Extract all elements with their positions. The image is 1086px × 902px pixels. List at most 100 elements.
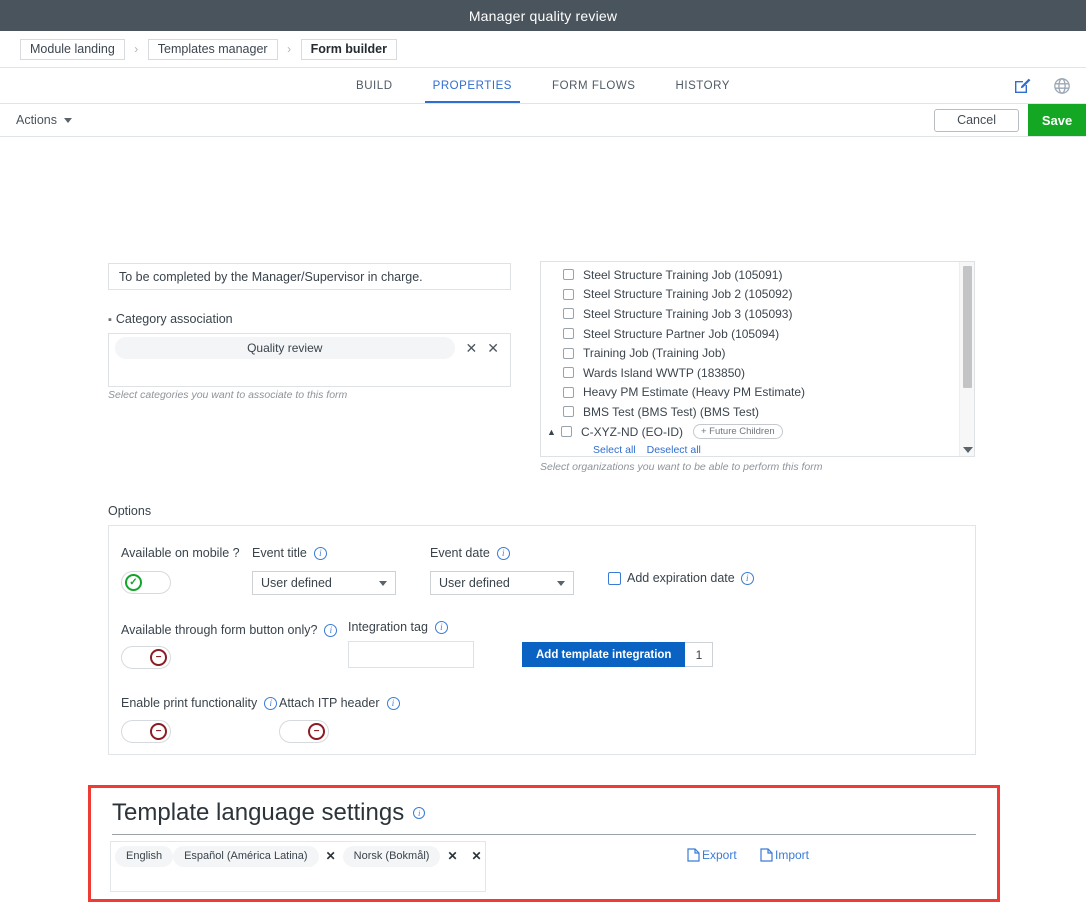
- category-association-label: ▪Category association: [108, 312, 233, 326]
- deselect-all-link[interactable]: Deselect all: [647, 444, 701, 456]
- org-checkbox[interactable]: [563, 387, 574, 398]
- info-icon[interactable]: i: [324, 624, 337, 637]
- chevron-down-icon: [64, 118, 72, 123]
- language-chip-remove-icon[interactable]: ✕: [440, 849, 464, 863]
- import-link[interactable]: Import: [760, 848, 809, 862]
- chevron-down-icon: [379, 581, 387, 586]
- breadcrumb-item-form-builder[interactable]: Form builder: [301, 39, 397, 60]
- toggle-off-minus-icon: −: [150, 649, 167, 666]
- add-expiration-date-row[interactable]: Add expiration date i: [608, 571, 754, 585]
- info-icon[interactable]: i: [314, 547, 327, 560]
- org-item-label: BMS Test (BMS Test) (BMS Test): [583, 405, 759, 419]
- actions-label: Actions: [16, 113, 57, 127]
- available-through-form-button-toggle[interactable]: −: [121, 646, 171, 669]
- scroll-down-arrow-icon[interactable]: [963, 447, 973, 453]
- add-template-integration-count: 1: [685, 642, 713, 667]
- org-checkbox[interactable]: [561, 426, 572, 437]
- import-document-icon: [760, 848, 773, 862]
- info-icon[interactable]: i: [264, 697, 277, 710]
- select-all-link[interactable]: Select all: [593, 444, 636, 456]
- cancel-button[interactable]: Cancel: [934, 109, 1019, 132]
- org-checkbox[interactable]: [563, 328, 574, 339]
- event-title-select[interactable]: User defined: [252, 571, 396, 595]
- org-list-item[interactable]: Wards Island WWTP (183850): [541, 363, 974, 383]
- integration-tag-input[interactable]: [348, 641, 474, 668]
- breadcrumb-separator: ›: [278, 42, 301, 56]
- export-label: Export: [702, 848, 737, 862]
- org-item-label: C-XYZ-ND (EO-ID): [581, 425, 683, 439]
- org-checkbox[interactable]: [563, 269, 574, 280]
- org-item-label: Steel Structure Training Job 2 (105092): [583, 287, 792, 301]
- event-date-select[interactable]: User defined: [430, 571, 574, 595]
- actions-dropdown[interactable]: Actions: [16, 113, 72, 127]
- category-field-clear-icon[interactable]: ✕: [482, 341, 504, 355]
- org-item-label: Wards Island WWTP (183850): [583, 366, 745, 380]
- chevron-down-icon: [557, 581, 565, 586]
- breadcrumb-item-templates-manager[interactable]: Templates manager: [148, 39, 278, 60]
- organizations-scrollbar[interactable]: [959, 262, 974, 456]
- org-list-item-parent[interactable]: ▲ C-XYZ-ND (EO-ID) + Future Children: [541, 422, 974, 442]
- tab-properties[interactable]: PROPERTIES: [413, 68, 532, 103]
- add-expiration-date-checkbox[interactable]: [608, 572, 621, 585]
- language-chip-espanol[interactable]: Español (América Latina): [173, 846, 319, 867]
- language-chip-remove-icon[interactable]: ✕: [319, 849, 343, 863]
- organizations-hint: Select organizations you want to be able…: [540, 461, 822, 473]
- language-chips-field[interactable]: English Español (América Latina) ✕ Norsk…: [110, 841, 486, 892]
- form-description-field[interactable]: To be completed by the Manager/Superviso…: [108, 263, 511, 290]
- tab-history[interactable]: HISTORY: [655, 68, 750, 103]
- language-chip-norsk[interactable]: Norsk (Bokmål): [343, 846, 441, 867]
- import-label: Import: [775, 848, 809, 862]
- info-icon[interactable]: i: [435, 621, 448, 634]
- action-bar: Actions Cancel Save: [0, 104, 1086, 137]
- breadcrumb-item-module-landing[interactable]: Module landing: [20, 39, 125, 60]
- org-list-item[interactable]: Steel Structure Training Job 2 (105092): [541, 285, 974, 305]
- event-date-label: Event date i: [430, 546, 510, 560]
- edit-square-icon[interactable]: [1012, 76, 1032, 96]
- org-list-item[interactable]: Steel Structure Training Job (105091): [541, 265, 974, 285]
- available-on-mobile-toggle[interactable]: ✓: [121, 571, 171, 594]
- org-list-item[interactable]: Steel Structure Partner Job (105094): [541, 324, 974, 344]
- add-template-integration-button[interactable]: Add template integration 1: [522, 642, 713, 667]
- breadcrumb-separator: ›: [125, 42, 148, 56]
- org-checkbox[interactable]: [563, 367, 574, 378]
- attach-itp-header-toggle[interactable]: −: [279, 720, 329, 743]
- page-title: Manager quality review: [469, 8, 617, 24]
- org-checkbox[interactable]: [563, 348, 574, 359]
- chevron-up-icon[interactable]: ▲: [546, 427, 557, 437]
- options-section-label: Options: [108, 504, 151, 518]
- org-checkbox[interactable]: [563, 308, 574, 319]
- language-field-clear-icon[interactable]: ✕: [465, 849, 489, 863]
- event-date-value: User defined: [439, 576, 510, 590]
- org-checkbox[interactable]: [563, 289, 574, 300]
- category-chip-remove-icon[interactable]: ✕: [461, 341, 483, 355]
- org-checkbox[interactable]: [563, 406, 574, 417]
- enable-print-label: Enable print functionality i: [121, 696, 277, 710]
- available-on-mobile-label: Available on mobile ?: [121, 546, 240, 560]
- info-icon[interactable]: i: [387, 697, 400, 710]
- info-icon[interactable]: i: [741, 572, 754, 585]
- attach-itp-header-label: Attach ITP header i: [279, 696, 400, 710]
- tab-bar: BUILD PROPERTIES FORM FLOWS HISTORY: [0, 68, 1086, 104]
- info-icon[interactable]: i: [497, 547, 510, 560]
- globe-icon[interactable]: [1052, 76, 1072, 96]
- breadcrumb: Module landing › Templates manager › For…: [0, 31, 1086, 68]
- enable-print-toggle[interactable]: −: [121, 720, 171, 743]
- category-association-field[interactable]: Quality review ✕ ✕: [108, 333, 511, 387]
- toggle-off-minus-icon: −: [308, 723, 325, 740]
- category-chip[interactable]: Quality review: [115, 337, 455, 359]
- toggle-off-minus-icon: −: [150, 723, 167, 740]
- info-icon[interactable]: i: [413, 807, 425, 819]
- export-link[interactable]: Export: [687, 848, 737, 862]
- org-list-item[interactable]: Training Job (Training Job): [541, 343, 974, 363]
- org-list-item[interactable]: Heavy PM Estimate (Heavy PM Estimate): [541, 383, 974, 403]
- event-title-label: Event title i: [252, 546, 327, 560]
- tab-build[interactable]: BUILD: [336, 68, 413, 103]
- save-button[interactable]: Save: [1028, 104, 1086, 136]
- scrollbar-thumb[interactable]: [963, 266, 972, 388]
- org-list-item[interactable]: BMS Test (BMS Test) (BMS Test): [541, 402, 974, 422]
- tab-form-flows[interactable]: FORM FLOWS: [532, 68, 655, 103]
- future-children-badge[interactable]: + Future Children: [693, 424, 783, 439]
- language-chip-english[interactable]: English: [115, 846, 173, 867]
- organizations-list[interactable]: Steel Structure Training Job (105091) St…: [540, 261, 975, 457]
- org-list-item[interactable]: Steel Structure Training Job 3 (105093): [541, 304, 974, 324]
